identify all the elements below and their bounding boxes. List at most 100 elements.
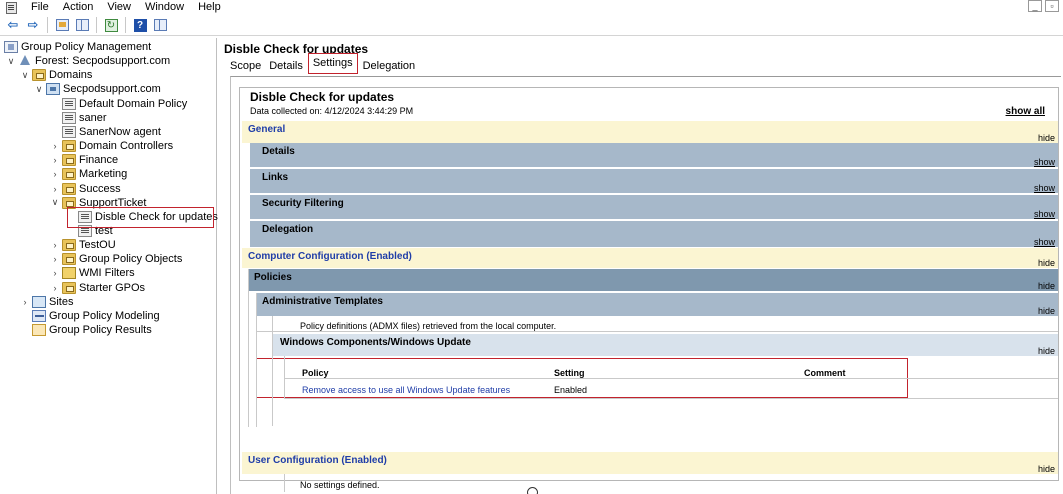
tree-item-testou[interactable]: › TestOU: [50, 238, 116, 252]
chevron-down-icon[interactable]: ∨: [34, 84, 44, 95]
menu-window[interactable]: Window: [138, 1, 191, 14]
tree-item-label: Success: [79, 182, 121, 195]
section-general: General hide: [242, 121, 1058, 143]
up-folder-icon[interactable]: [53, 16, 71, 34]
gpm-icon: [4, 41, 18, 53]
properties-icon[interactable]: [151, 16, 169, 34]
show-hide-tree-icon[interactable]: [73, 16, 91, 34]
menu-action[interactable]: Action: [56, 1, 101, 14]
tree-item-domains[interactable]: ∨ Domains: [20, 68, 92, 82]
tree-item-label: Group Policy Management: [21, 41, 152, 53]
menu-file[interactable]: File: [24, 1, 56, 14]
menu-view[interactable]: View: [100, 1, 138, 14]
subsection-label: Security Filtering: [262, 198, 344, 209]
hide-link[interactable]: hide: [1038, 258, 1055, 268]
toolbar-separator: [47, 17, 48, 33]
console-tree: Group Policy Management ∨ Forest: Secpodsu…: [0, 38, 218, 494]
tree-item-group-policy-modeling[interactable]: Group Policy Modeling: [20, 309, 160, 323]
show-link[interactable]: show: [1034, 183, 1055, 193]
tree-item-group-policy-objects[interactable]: › Group Policy Objects: [50, 252, 182, 266]
tab-bar: Scope Details Settings Delegation: [227, 53, 420, 74]
section-label: Computer Configuration (Enabled): [248, 251, 412, 262]
chevron-down-icon[interactable]: ∨: [6, 56, 16, 67]
subsection-label: Policies: [254, 272, 292, 283]
resize-handle[interactable]: [527, 487, 538, 494]
refresh-icon[interactable]: ↻: [102, 16, 120, 34]
hide-link[interactable]: hide: [1038, 306, 1055, 316]
minimize-button[interactable]: _: [1028, 0, 1042, 12]
restore-button[interactable]: ▫: [1045, 0, 1059, 12]
tree-item-forest-secpodsupport-com[interactable]: ∨ Forest: Secpodsupport.com: [6, 54, 170, 68]
show-link[interactable]: show: [1034, 209, 1055, 219]
tree-item-domain-controllers[interactable]: › Domain Controllers: [50, 139, 173, 153]
menu-help[interactable]: Help: [191, 1, 228, 14]
tab-details[interactable]: Details: [266, 59, 306, 74]
hide-link[interactable]: hide: [1038, 281, 1055, 291]
chevron-right-icon[interactable]: ›: [50, 283, 60, 293]
details-pane: Disble Check for updates Scope Details S…: [220, 38, 1063, 494]
tree-item-label: Sites: [49, 295, 74, 308]
wmi-icon: [62, 267, 76, 280]
model-icon: [32, 309, 46, 322]
folder-icon: [62, 154, 76, 167]
forward-icon[interactable]: ⇨: [24, 16, 42, 34]
chevron-down-icon[interactable]: ∨: [20, 70, 30, 81]
tree-item-group-policy-management[interactable]: Group Policy Management: [4, 40, 151, 54]
tree-item-label: Starter GPOs: [79, 281, 146, 294]
folder-icon: [32, 69, 46, 82]
report-title: Disble Check for updates: [250, 90, 395, 104]
tree-item-sites[interactable]: › Sites: [20, 295, 73, 309]
show-all-link[interactable]: show all: [1006, 106, 1045, 117]
chevron-right-icon[interactable]: ›: [50, 169, 60, 179]
tree-item-saner[interactable]: saner: [50, 111, 107, 125]
tree-item-label: SanerNow agent: [79, 125, 161, 138]
subsection-label: Details: [262, 146, 295, 157]
no-settings-note: No settings defined.: [300, 480, 380, 490]
tree-item-label: Finance: [79, 154, 119, 167]
chevron-right-icon[interactable]: ›: [50, 155, 60, 165]
chevron-down-icon[interactable]: ∨: [50, 197, 60, 208]
tree-item-secpodsupport-com[interactable]: ∨ Secpodsupport.com: [34, 82, 161, 96]
hide-link[interactable]: hide: [1038, 464, 1055, 474]
menu-bar: File Action View Window Help _ ▫: [0, 0, 1063, 14]
tree-item-starter-gpos[interactable]: › Starter GPOs: [50, 281, 145, 295]
app-icon[interactable]: [4, 1, 18, 14]
toolbar: ⇦ ⇨ ↻ ?: [0, 15, 1063, 36]
show-link[interactable]: show: [1034, 237, 1055, 247]
tab-scope[interactable]: Scope: [227, 59, 264, 74]
tab-settings[interactable]: Settings: [307, 53, 358, 74]
folder-icon: [62, 281, 76, 294]
tree-item-group-policy-results[interactable]: Group Policy Results: [20, 323, 152, 337]
tree-item-label: Group Policy Modeling: [49, 309, 160, 322]
subsection-links: Links show: [250, 169, 1058, 193]
section-user-configuration: User Configuration (Enabled) hide: [242, 452, 1058, 474]
hide-link[interactable]: hide: [1038, 133, 1055, 143]
tree-item-wmi-filters[interactable]: › WMI Filters: [50, 266, 135, 280]
tree-item-finance[interactable]: › Finance: [50, 153, 118, 167]
chevron-right-icon[interactable]: ›: [50, 240, 60, 250]
subsection-label: Windows Components/Windows Update: [280, 337, 471, 348]
chevron-right-icon[interactable]: ›: [50, 141, 60, 151]
back-icon[interactable]: ⇦: [4, 16, 22, 34]
chevron-right-icon[interactable]: ›: [20, 297, 30, 307]
chevron-right-icon[interactable]: ›: [50, 184, 60, 194]
tree-item-success[interactable]: › Success: [50, 182, 121, 196]
grid-line: [284, 378, 1058, 379]
settings-report: Disble Check for updates Data collected …: [239, 87, 1059, 492]
tree-item-marketing[interactable]: › Marketing: [50, 167, 127, 181]
tab-delegation[interactable]: Delegation: [360, 59, 419, 74]
chevron-right-icon[interactable]: ›: [50, 254, 60, 264]
show-link[interactable]: show: [1034, 157, 1055, 167]
tree-item-default-domain-policy[interactable]: Default Domain Policy: [50, 97, 187, 111]
tree-item-label: Group Policy Results: [49, 324, 152, 336]
tree-item-sanernow-agent[interactable]: SanerNow agent: [50, 125, 161, 139]
subsection-windows-update: Windows Components/Windows Update hide: [272, 334, 1058, 356]
hide-link[interactable]: hide: [1038, 346, 1055, 356]
subsection-policies: Policies hide: [248, 269, 1058, 291]
chevron-right-icon[interactable]: ›: [50, 268, 60, 278]
tree-item-label: Secpodsupport.com: [63, 83, 161, 96]
folder-icon: [62, 253, 76, 266]
help-icon[interactable]: ?: [131, 16, 149, 34]
grid-line: [284, 356, 285, 398]
gpo-icon: [62, 125, 76, 138]
